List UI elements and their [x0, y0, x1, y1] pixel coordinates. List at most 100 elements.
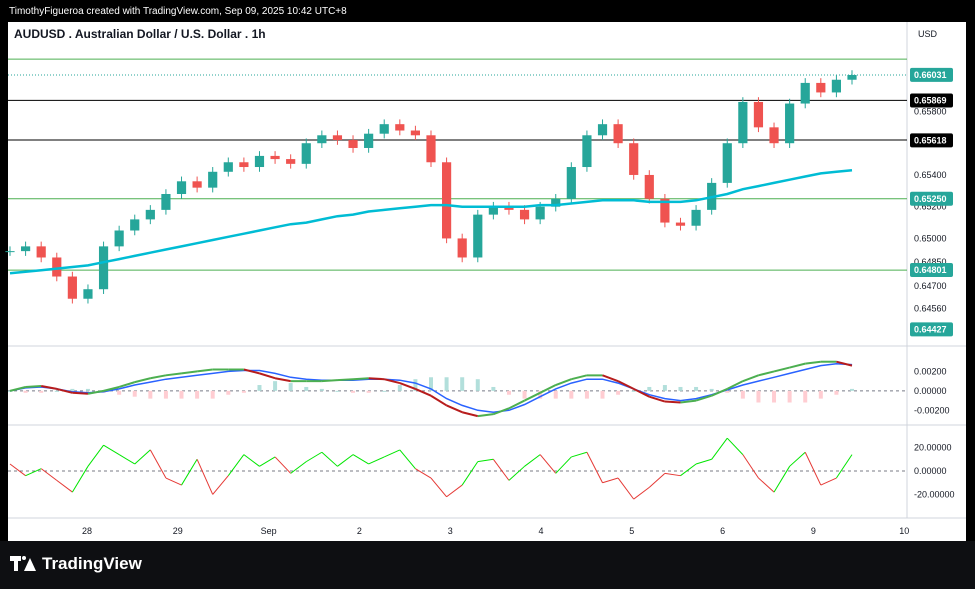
- macd-histogram-bar: [460, 377, 465, 391]
- price-label-text: 0.64427: [914, 324, 947, 334]
- macd-histogram-bar: [85, 388, 90, 391]
- price-candle: [753, 101, 764, 128]
- macd-histogram-bar: [39, 390, 44, 393]
- macd-histogram-bar: [803, 390, 808, 403]
- price-candle: [675, 222, 686, 226]
- macd-histogram-bar: [397, 385, 402, 391]
- price-candle: [629, 143, 639, 175]
- price-candle: [410, 130, 421, 136]
- macd-histogram-bar: [756, 390, 761, 403]
- macd-histogram-bar: [335, 390, 340, 392]
- macd-histogram-bar: [257, 385, 262, 391]
- chart-title: AUDUSD . Australian Dollar / U.S. Dollar…: [14, 27, 266, 41]
- price-candle: [441, 162, 452, 239]
- signal-line-segment: [664, 400, 681, 404]
- macd-histogram-bar: [304, 386, 309, 391]
- price-tick-label: 0.65000: [914, 233, 947, 243]
- time-tick-label: 4: [538, 526, 543, 536]
- price-label-text: 0.65869: [914, 96, 947, 106]
- price-tick-label: 0.64560: [914, 303, 947, 313]
- macd-tick-label: 0.00200: [914, 366, 947, 376]
- macd-histogram-bar: [787, 390, 792, 403]
- price-candle: [800, 82, 810, 104]
- macd-histogram-bar: [132, 390, 137, 397]
- price-candle: [847, 74, 857, 80]
- macd-histogram-bar: [647, 386, 652, 391]
- time-tick-label: 28: [82, 526, 92, 536]
- price-candle: [691, 209, 701, 226]
- macd-histogram-bar: [694, 386, 699, 391]
- price-candle: [473, 214, 483, 258]
- macd-histogram-bar: [616, 390, 621, 395]
- price-tick-label: 0.65400: [914, 170, 947, 180]
- price-label-text: 0.65250: [914, 194, 947, 204]
- price-candle: [785, 103, 795, 144]
- price-candle: [145, 209, 155, 220]
- macd-histogram-bar: [163, 390, 168, 399]
- price-candle: [192, 181, 202, 188]
- time-tick-label: Sep: [261, 526, 277, 536]
- macd-histogram-bar: [351, 390, 356, 393]
- price-candle: [379, 124, 389, 134]
- signal-line-segment: [72, 391, 89, 395]
- price-candle: [317, 135, 327, 144]
- price-candle: [286, 159, 296, 164]
- macd-histogram-bar: [70, 388, 75, 391]
- macd-histogram-bar: [725, 390, 730, 393]
- price-candle: [535, 206, 545, 220]
- price-candle: [223, 162, 233, 172]
- price-candle: [426, 135, 436, 163]
- signal-line-segment: [321, 379, 338, 383]
- price-candle: [457, 238, 467, 258]
- macd-histogram-bar: [600, 390, 605, 399]
- macd-histogram-bar: [662, 385, 667, 391]
- brand-name: TradingView: [42, 554, 142, 573]
- momentum-tick-label: 20.00000: [914, 443, 952, 453]
- footer-bar: [0, 541, 975, 589]
- macd-histogram-bar: [631, 390, 636, 392]
- macd-histogram-bar: [491, 386, 496, 391]
- price-label-text: 0.64801: [914, 265, 947, 275]
- macd-histogram-bar: [319, 388, 324, 391]
- price-candle: [348, 140, 358, 148]
- brand[interactable]: TradingView: [10, 554, 142, 574]
- price-candle: [364, 133, 374, 148]
- time-tick-label: 9: [811, 526, 816, 536]
- macd-histogram-bar: [210, 390, 215, 399]
- price-candle: [270, 155, 280, 160]
- price-candle: [98, 246, 109, 290]
- price-candle: [52, 257, 62, 277]
- macd-histogram-bar: [709, 388, 714, 391]
- price-candle: [20, 246, 31, 252]
- price-candle: [130, 219, 140, 231]
- time-tick-label: 5: [629, 526, 634, 536]
- price-candle: [332, 135, 343, 141]
- macd-histogram-bar: [475, 379, 480, 391]
- macd-histogram-bar: [148, 390, 153, 399]
- chart-canvas: AUDUSD . Australian Dollar / U.S. Dollar…: [0, 0, 975, 589]
- macd-histogram-bar: [834, 390, 839, 395]
- price-tick-label: 0.64700: [914, 281, 947, 291]
- price-label-text: 0.65618: [914, 135, 947, 145]
- price-label-text: 0.66031: [914, 70, 947, 80]
- macd-histogram-bar: [678, 386, 683, 391]
- macd-histogram-bar: [288, 383, 293, 391]
- price-candle: [769, 127, 779, 144]
- time-tick-label: 10: [899, 526, 909, 536]
- macd-histogram-bar: [506, 390, 511, 395]
- macd-histogram-bar: [444, 377, 449, 391]
- price-candle: [254, 155, 265, 168]
- macd-histogram-bar: [117, 390, 122, 395]
- momentum-tick-label: -20.00000: [914, 489, 955, 499]
- macd-histogram-bar: [850, 388, 854, 391]
- macd-histogram-bar: [584, 390, 589, 399]
- macd-histogram-bar: [273, 381, 278, 391]
- tradingview-logo-icon: [10, 556, 36, 572]
- macd-tick-label: -0.00200: [914, 405, 950, 415]
- price-candle: [208, 171, 218, 188]
- price-candle: [722, 143, 732, 183]
- macd-histogram-bar: [54, 390, 59, 392]
- time-tick-label: 3: [448, 526, 453, 536]
- price-candle: [613, 124, 623, 144]
- time-tick-label: 29: [173, 526, 183, 536]
